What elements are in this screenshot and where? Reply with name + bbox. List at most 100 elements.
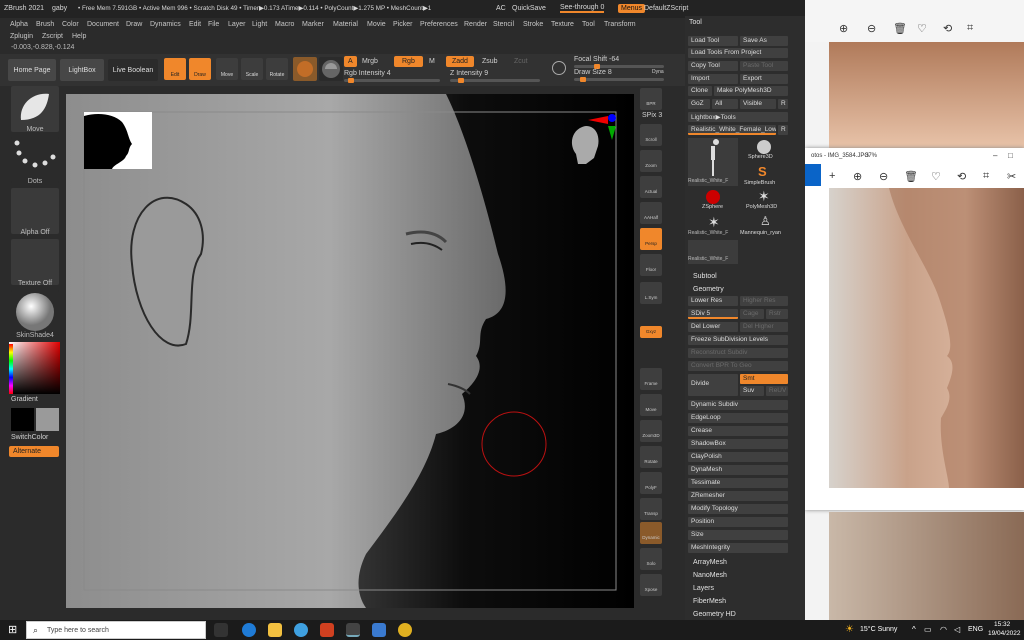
menu-marker[interactable]: Marker	[302, 21, 324, 28]
rstr-button[interactable]: Rstr	[766, 309, 788, 319]
powerpoint-icon[interactable]	[320, 623, 334, 637]
windows-start-icon[interactable]: ⊞	[8, 623, 17, 636]
rgb-intensity-knob[interactable]	[347, 78, 354, 83]
texture-thumbnail[interactable]	[11, 239, 59, 285]
switch-color-button[interactable]: SwitchColor	[11, 434, 48, 441]
load-tools-from-project-button[interactable]: Load Tools From Project	[688, 48, 788, 58]
goz-r-button[interactable]: R	[778, 99, 788, 109]
dyna-toggle[interactable]: Dyna	[652, 69, 664, 75]
higher-res-button[interactable]: Higher Res	[740, 296, 788, 306]
main-color-swatch[interactable]	[11, 408, 34, 431]
layers-header[interactable]: Layers	[693, 585, 714, 592]
goz-visible-button[interactable]: Visible	[740, 99, 776, 109]
aahalf-button[interactable]: AAHalf	[640, 202, 662, 224]
edge-icon[interactable]	[242, 623, 256, 637]
geometry-hd-header[interactable]: Geometry HD	[693, 611, 736, 618]
zcut-toggle[interactable]: Zcut	[514, 58, 528, 65]
export-button[interactable]: Export	[740, 74, 788, 84]
menu-movie[interactable]: Movie	[367, 21, 386, 28]
focal-shift-slider[interactable]	[574, 64, 664, 69]
tool-thumb-sphere3d[interactable]: Sphere3D	[740, 138, 788, 162]
z-intensity-knob[interactable]	[458, 78, 465, 83]
paste-tool-button[interactable]: Paste Tool	[740, 61, 788, 71]
menu-light[interactable]: Light	[252, 21, 267, 28]
see-through-slider[interactable]: See-through 0	[560, 4, 605, 13]
zadd-toggle[interactable]: Zadd	[446, 56, 474, 67]
xpose-button[interactable]: Xpose	[640, 574, 662, 596]
subtool-header[interactable]: Subtool	[693, 273, 717, 280]
cage-button[interactable]: Cage	[740, 309, 764, 319]
tool-thumb-zsphere[interactable]: ZSphere	[688, 188, 738, 212]
rgb-toggle[interactable]: Rgb	[394, 56, 423, 67]
menu-document[interactable]: Document	[87, 21, 119, 28]
m-toggle[interactable]: M	[429, 58, 435, 65]
move-mode-button[interactable]: Move	[216, 58, 238, 80]
freeze-subdivision-button[interactable]: Freeze SubDivision Levels	[688, 335, 788, 345]
dynamic-subdiv-section[interactable]: Dynamic Subdiv	[688, 400, 788, 410]
lsym-button[interactable]: L.Sym	[640, 282, 662, 304]
polyf-button[interactable]: PolyF	[640, 472, 662, 494]
arraymesh-header[interactable]: ArrayMesh	[693, 559, 727, 566]
tray-chevron-icon[interactable]: ^	[912, 625, 916, 634]
network-icon[interactable]: ▭	[924, 625, 932, 634]
solo-button[interactable]: Solo	[640, 548, 662, 570]
crop-icon[interactable]: ⌗	[967, 22, 973, 35]
task-view-icon[interactable]	[214, 623, 228, 637]
menu-alpha[interactable]: Alpha	[10, 21, 28, 28]
current-tool-r-button[interactable]: R	[778, 125, 788, 135]
delete-icon[interactable]: 🗑	[904, 170, 918, 183]
rgb-intensity-slider[interactable]	[344, 78, 440, 83]
navigation-gizmo-icon[interactable]	[556, 114, 620, 184]
menu-stroke[interactable]: Stroke	[523, 21, 543, 28]
frame-button[interactable]: Frame	[640, 368, 662, 390]
menu-macro[interactable]: Macro	[275, 21, 294, 28]
persp-button[interactable]: Persp	[640, 228, 662, 250]
meshintegrity-section[interactable]: MeshIntegrity	[688, 543, 788, 553]
hue-strip[interactable]	[9, 344, 13, 394]
actual-button[interactable]: Actual	[640, 176, 662, 198]
photos-task-icon[interactable]	[372, 623, 386, 637]
secondary-color-swatch[interactable]	[36, 408, 59, 431]
edit-mode-button[interactable]: Edit	[164, 58, 186, 80]
minimize-icon[interactable]: –	[993, 151, 997, 160]
sdiv-slider[interactable]: SDiv 5	[688, 309, 738, 319]
zremesher-section[interactable]: ZRemesher	[688, 491, 788, 501]
modify-topology-section[interactable]: Modify Topology	[688, 504, 788, 514]
tessimate-section[interactable]: Tessimate	[688, 478, 788, 488]
floor-button[interactable]: Floor	[640, 254, 662, 276]
current-tool-slider[interactable]: Realistic_White_Female_Low	[688, 125, 776, 135]
tool-thumb-mannequin[interactable]: ♙ Mannequin_ryan	[740, 214, 788, 238]
a-toggle[interactable]: A	[344, 56, 357, 67]
script-button[interactable]: DefaultZScript	[644, 5, 688, 12]
spix-slider[interactable]: SPix 3	[642, 112, 662, 119]
rotate-view-button[interactable]: Rotate	[640, 446, 662, 468]
rotate-mode-button[interactable]: Rotate	[266, 58, 288, 80]
menu-draw[interactable]: Draw	[126, 21, 142, 28]
stroke-thumbnail[interactable]	[11, 137, 59, 183]
menu-zscript[interactable]: Zscript	[42, 33, 63, 40]
photos-app-icon[interactable]	[805, 164, 821, 186]
delete-icon[interactable]: 🗑	[893, 22, 907, 35]
crease-section[interactable]: Crease	[688, 426, 788, 436]
menus-button[interactable]: Menus	[618, 4, 646, 13]
home-page-button[interactable]: Home Page	[8, 59, 56, 81]
mrgb-toggle[interactable]: Mrgb	[362, 58, 378, 65]
menu-material[interactable]: Material	[333, 21, 358, 28]
reconstruct-subdiv-button[interactable]: Reconstruct Subdiv	[688, 348, 788, 358]
save-as-button[interactable]: Save As	[740, 36, 788, 46]
menu-stencil[interactable]: Stencil	[493, 21, 514, 28]
weather-text[interactable]: 15°C Sunny	[860, 626, 897, 633]
tool-thumb-female-3[interactable]: Realistic_White_F	[688, 240, 738, 264]
tool-thumb-polymesh3d[interactable]: ✶ PolyMesh3D	[740, 188, 788, 212]
edgeloop-section[interactable]: EdgeLoop	[688, 413, 788, 423]
taskbar-search-box[interactable]: ⌕ Type here to search	[26, 621, 206, 639]
lower-res-button[interactable]: Lower Res	[688, 296, 738, 306]
material-thumbnail[interactable]	[11, 290, 59, 336]
menu-transform[interactable]: Transform	[604, 21, 636, 28]
file-explorer-icon[interactable]	[268, 623, 282, 637]
zbrush-task-icon[interactable]	[346, 623, 360, 637]
gradient-sphere-icon[interactable]	[319, 57, 343, 81]
goz-all-button[interactable]: All	[712, 99, 738, 109]
size-section[interactable]: Size	[688, 530, 788, 540]
maximize-icon[interactable]: □	[1008, 151, 1013, 160]
